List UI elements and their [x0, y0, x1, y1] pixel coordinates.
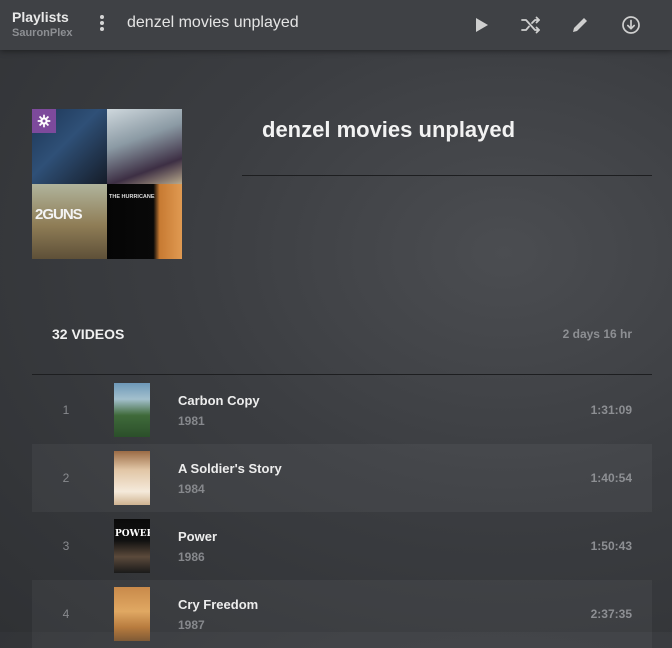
divider — [242, 175, 652, 176]
playlist-title: denzel movies unplayed — [262, 117, 516, 142]
item-duration: 1:40:54 — [590, 471, 632, 485]
item-index: 1 — [62, 403, 70, 417]
item-title[interactable]: A Soldier's Story — [178, 461, 282, 476]
item-index: 4 — [62, 607, 70, 621]
total-duration: 2 days 16 hr — [562, 327, 632, 341]
video-count: 32 VIDEOS — [52, 326, 125, 342]
list-item[interactable]: 1 Carbon Copy 1981 1:31:09 — [32, 376, 652, 444]
settings-gear-icon[interactable] — [32, 109, 56, 133]
edit-pencil-icon[interactable] — [567, 12, 593, 38]
poster-tile-text: 2GUNS — [35, 206, 83, 223]
divider — [32, 374, 652, 375]
poster-tile: THE HURRICANE — [107, 184, 182, 259]
item-year: 1984 — [178, 482, 205, 496]
list-item[interactable]: 2 A Soldier's Story 1984 1:40:54 — [32, 444, 652, 512]
shuffle-icon[interactable] — [518, 12, 544, 38]
item-year: 1987 — [178, 618, 205, 632]
breadcrumb-server[interactable]: SauronPlex — [12, 26, 73, 40]
item-index: 2 — [62, 471, 70, 485]
header-title: denzel movies unplayed — [127, 14, 299, 31]
item-title[interactable]: Power — [178, 529, 217, 544]
top-bar: Playlists SauronPlex denzel movies unpla… — [0, 0, 672, 50]
item-thumbnail[interactable] — [114, 383, 150, 437]
item-index: 3 — [62, 539, 70, 553]
poster-tile: 2GUNS — [32, 184, 107, 259]
item-thumbnail[interactable] — [114, 451, 150, 505]
poster-tile — [107, 109, 182, 184]
item-year: 1981 — [178, 414, 205, 428]
play-icon[interactable] — [468, 12, 494, 38]
playlist-items: 1 Carbon Copy 1981 1:31:09 2 A Soldier's… — [32, 376, 652, 648]
breadcrumb-title[interactable]: Playlists — [12, 8, 73, 26]
list-item[interactable]: 3 POWER Power 1986 1:50:43 — [32, 512, 652, 580]
thumbnail-text: POWER — [115, 529, 150, 539]
list-item[interactable]: 4 Cry Freedom 1987 2:37:35 — [32, 580, 652, 648]
item-year: 1986 — [178, 550, 205, 564]
item-duration: 1:31:09 — [590, 403, 632, 417]
poster-tile-text: THE HURRICANE — [109, 194, 155, 200]
item-title[interactable]: Cry Freedom — [178, 597, 258, 612]
breadcrumb[interactable]: Playlists SauronPlex — [12, 8, 73, 40]
item-duration: 1:50:43 — [590, 539, 632, 553]
item-duration: 2:37:35 — [590, 607, 632, 621]
more-vertical-icon[interactable] — [92, 13, 112, 35]
item-title[interactable]: Carbon Copy — [178, 393, 260, 408]
item-thumbnail[interactable] — [114, 587, 150, 641]
item-thumbnail[interactable]: POWER — [114, 519, 150, 573]
download-icon[interactable] — [618, 12, 644, 38]
